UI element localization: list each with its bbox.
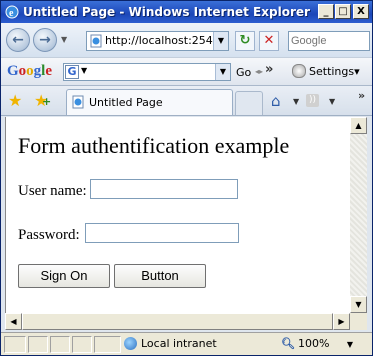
live-search-input[interactable] xyxy=(291,33,367,49)
magnifier-icon: 🔍︎ xyxy=(281,337,295,350)
sign-on-button[interactable]: Sign On xyxy=(18,264,110,288)
zoom-label: 100% xyxy=(297,337,330,350)
security-zone[interactable]: Local intranet xyxy=(124,336,274,353)
address-url[interactable]: http://localhost:2541/ xyxy=(105,34,223,47)
gear-icon xyxy=(292,64,306,78)
tab-label: Untitled Page xyxy=(89,96,163,109)
google-search-field[interactable]: G ▼ ▼ xyxy=(63,63,231,81)
address-toolbar: ← → ▼ http://localhost:2541/ ▼ ↻ ✕ xyxy=(1,23,372,57)
globe-icon xyxy=(124,337,137,350)
page-title: Form authentification example xyxy=(18,133,290,158)
tab-bar: ★ ★ + Untitled Page ⌂ ▼ )) ▼ » xyxy=(1,86,372,116)
scrollbar-corner xyxy=(350,313,367,330)
close-button[interactable]: X xyxy=(353,4,369,19)
ie-page-icon xyxy=(72,95,84,109)
zone-label: Local intranet xyxy=(141,337,217,350)
status-cell xyxy=(28,336,48,353)
minimize-button[interactable]: _ xyxy=(318,4,334,19)
password-label: Password: xyxy=(18,227,80,243)
scroll-down-button[interactable]: ▼ xyxy=(350,296,367,313)
google-settings-button[interactable]: Settings▾ xyxy=(292,64,360,78)
home-dropdown-chevron-icon[interactable]: ▼ xyxy=(293,97,299,106)
window-title: Untitled Page - Windows Internet Explore… xyxy=(23,5,310,19)
address-dropdown-button[interactable]: ▼ xyxy=(213,32,228,50)
google-toolbar: Google G ▼ ▼ Go ◂▸ » Settings▾ xyxy=(1,57,372,86)
google-logo[interactable]: Google xyxy=(7,63,52,80)
status-bar: Local intranet 🔍︎ 100% ▼ xyxy=(1,332,372,355)
stop-button[interactable]: ✕ xyxy=(259,31,279,51)
page-viewport: Form authentification example User name:… xyxy=(5,117,350,313)
live-search-box[interactable] xyxy=(288,31,370,51)
horizontal-scroll-thumb[interactable] xyxy=(22,313,333,330)
title-bar[interactable]: e Untitled Page - Windows Internet Explo… xyxy=(1,1,372,23)
command-bar-more-button[interactable]: » xyxy=(358,89,365,102)
home-icon[interactable]: ⌂ xyxy=(271,92,281,110)
svg-text:e: e xyxy=(9,8,14,19)
zoom-dropdown-chevron-icon[interactable]: ▼ xyxy=(347,340,353,349)
back-button[interactable]: ← xyxy=(6,28,30,52)
user-name-label: User name: xyxy=(18,183,87,199)
forward-button[interactable]: → xyxy=(33,28,57,52)
feeds-dropdown-chevron-icon[interactable]: ▼ xyxy=(329,97,335,106)
google-go-button[interactable]: Go xyxy=(236,66,251,79)
status-cell xyxy=(4,336,26,353)
feeds-icon[interactable]: )) xyxy=(306,94,319,107)
ie-logo-icon: e xyxy=(5,5,19,19)
password-input[interactable] xyxy=(85,223,239,243)
status-cell xyxy=(94,336,121,353)
toolbar-resize-handle-icon[interactable]: ◂▸ xyxy=(255,67,263,76)
chevron-down-icon[interactable]: ▼ xyxy=(81,66,87,75)
status-cell xyxy=(50,336,70,353)
scroll-up-button[interactable]: ▲ xyxy=(350,117,367,134)
generic-button[interactable]: Button xyxy=(114,264,206,288)
add-favorites-icon[interactable]: ★ + xyxy=(34,91,51,110)
scroll-left-button[interactable]: ◀ xyxy=(5,313,22,330)
status-cell xyxy=(72,336,92,353)
google-search-dropdown[interactable]: ▼ xyxy=(215,64,230,80)
google-toolbar-more-button[interactable]: » xyxy=(265,62,273,77)
google-g-icon[interactable]: G xyxy=(65,65,79,79)
tab-untitled-page[interactable]: Untitled Page xyxy=(66,89,233,115)
browser-window: e Untitled Page - Windows Internet Explo… xyxy=(0,0,373,356)
favorites-star-icon[interactable]: ★ xyxy=(8,91,22,110)
scroll-right-button[interactable]: ▶ xyxy=(333,313,350,330)
ie-page-icon xyxy=(90,34,102,48)
refresh-button[interactable]: ↻ xyxy=(235,31,255,51)
new-tab-button[interactable] xyxy=(235,91,263,115)
maximize-button[interactable]: □ xyxy=(335,4,351,19)
recent-pages-dropdown[interactable]: ▼ xyxy=(61,35,67,44)
vertical-scrollbar[interactable]: ▲ ▼ xyxy=(350,117,367,313)
address-bar[interactable]: http://localhost:2541/ ▼ xyxy=(86,31,229,51)
zoom-level-button[interactable]: 🔍︎ 100% ▼ xyxy=(281,336,353,353)
horizontal-scrollbar[interactable]: ◀ ▶ xyxy=(5,313,350,330)
settings-label: Settings▾ xyxy=(309,65,360,78)
user-name-input[interactable] xyxy=(90,179,238,199)
